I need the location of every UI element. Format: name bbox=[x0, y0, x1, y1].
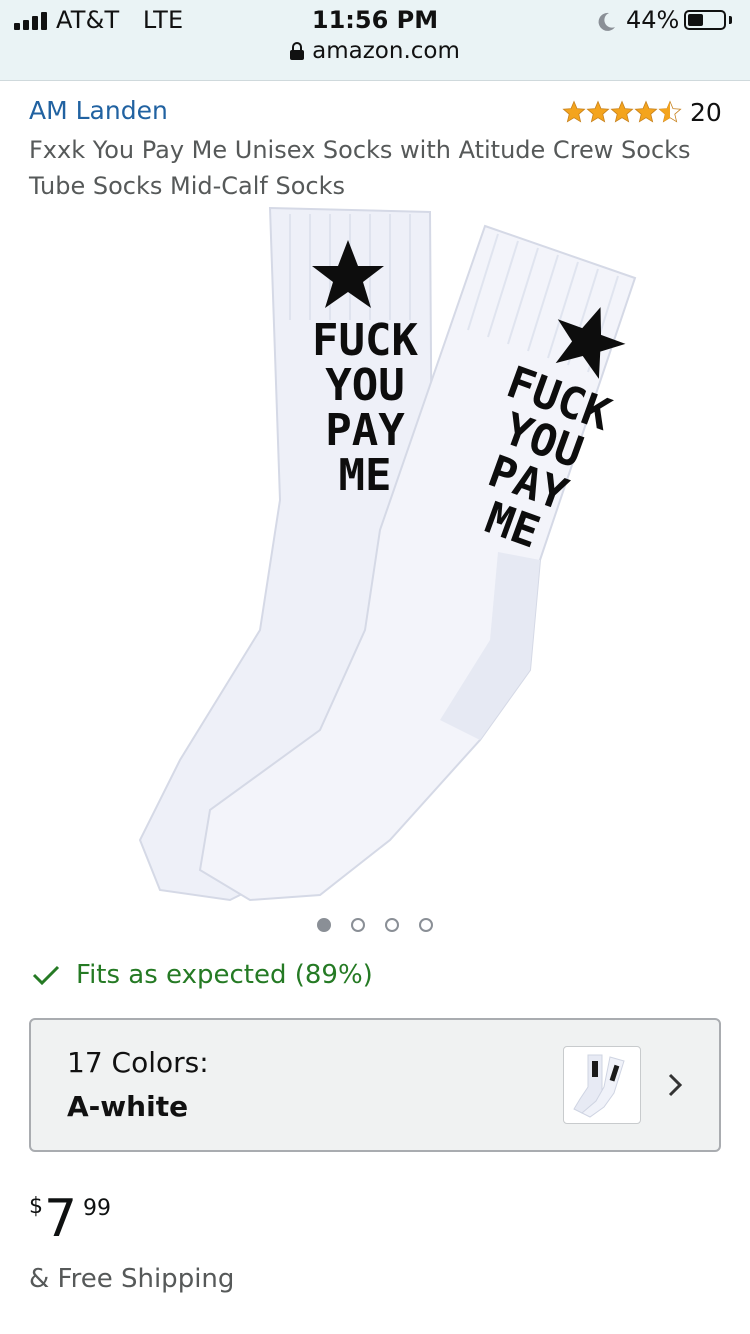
star-full-icon bbox=[634, 100, 658, 123]
fit-text: Fits as expected (89%) bbox=[76, 960, 373, 990]
star-full-icon bbox=[562, 100, 586, 123]
rating-count: 20 bbox=[690, 97, 722, 127]
do-not-disturb-moon-icon bbox=[598, 12, 615, 31]
price-fraction: 99 bbox=[83, 1196, 111, 1221]
left-sock-text-3: PAY bbox=[325, 405, 405, 456]
star-full-icon bbox=[610, 100, 634, 123]
chevron-right-icon bbox=[668, 1073, 683, 1097]
battery-tip bbox=[729, 16, 732, 24]
carousel-dot-3[interactable] bbox=[385, 918, 399, 932]
selected-color: A-white bbox=[67, 1090, 189, 1123]
status-bar: AT&T LTE 11:56 PM 44% amazon.com bbox=[0, 0, 750, 81]
brand-link[interactable]: AM Landen bbox=[29, 96, 168, 125]
carousel-dot-2[interactable] bbox=[351, 918, 365, 932]
star-rating bbox=[562, 100, 682, 124]
left-sock-text-4: ME bbox=[339, 450, 392, 501]
checkmark-icon bbox=[32, 965, 60, 986]
star-half-icon bbox=[658, 100, 682, 123]
image-carousel-dots bbox=[0, 918, 750, 932]
battery-percent: 44% bbox=[626, 6, 680, 34]
shipping-info: & Free Shipping bbox=[29, 1264, 235, 1294]
color-selector[interactable]: 17 Colors: A-white bbox=[29, 1018, 721, 1152]
price-whole: 7 bbox=[44, 1189, 78, 1249]
battery-level-fill bbox=[688, 14, 703, 26]
color-count-label: 17 Colors: bbox=[67, 1046, 209, 1079]
star-full-icon bbox=[586, 100, 610, 123]
carousel-dot-4[interactable] bbox=[419, 918, 433, 932]
product-image[interactable]: FUCK YOU PAY ME FUCK YOU PAY ME bbox=[120, 200, 640, 910]
left-sock-text-1: FUCK bbox=[312, 315, 418, 366]
carousel-dot-1[interactable] bbox=[317, 918, 331, 932]
lock-icon bbox=[290, 42, 305, 60]
url-text: amazon.com bbox=[312, 38, 460, 64]
fit-indicator[interactable]: Fits as expected (89%) bbox=[32, 960, 373, 990]
address-bar[interactable]: amazon.com bbox=[0, 38, 750, 64]
product-title: Fxxk You Pay Me Unisex Socks with Atitud… bbox=[29, 136, 691, 200]
left-sock-text-2: YOU bbox=[325, 360, 404, 411]
rating-summary[interactable]: 20 bbox=[562, 96, 722, 128]
price-currency: $ bbox=[29, 1194, 43, 1219]
color-swatch-thumbnail bbox=[563, 1046, 641, 1124]
battery-icon bbox=[684, 10, 726, 30]
